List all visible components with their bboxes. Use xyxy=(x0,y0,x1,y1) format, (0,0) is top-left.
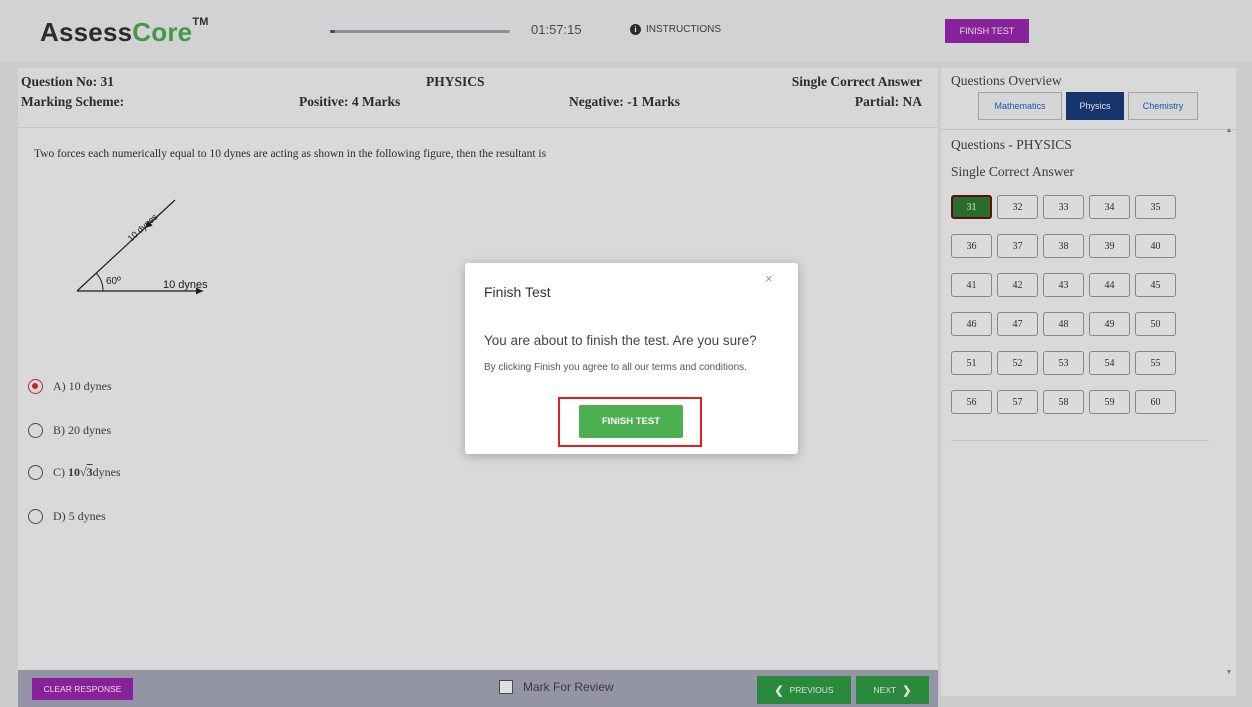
close-icon[interactable]: × xyxy=(765,271,773,286)
finish-test-dialog: Finish Test × You are about to finish th… xyxy=(465,263,798,454)
dialog-note: By clicking Finish you agree to all our … xyxy=(484,362,747,373)
dialog-finish-test-button[interactable]: FINISH TEST xyxy=(579,405,683,438)
dialog-message: You are about to finish the test. Are yo… xyxy=(484,333,757,348)
dialog-title: Finish Test xyxy=(484,284,551,300)
